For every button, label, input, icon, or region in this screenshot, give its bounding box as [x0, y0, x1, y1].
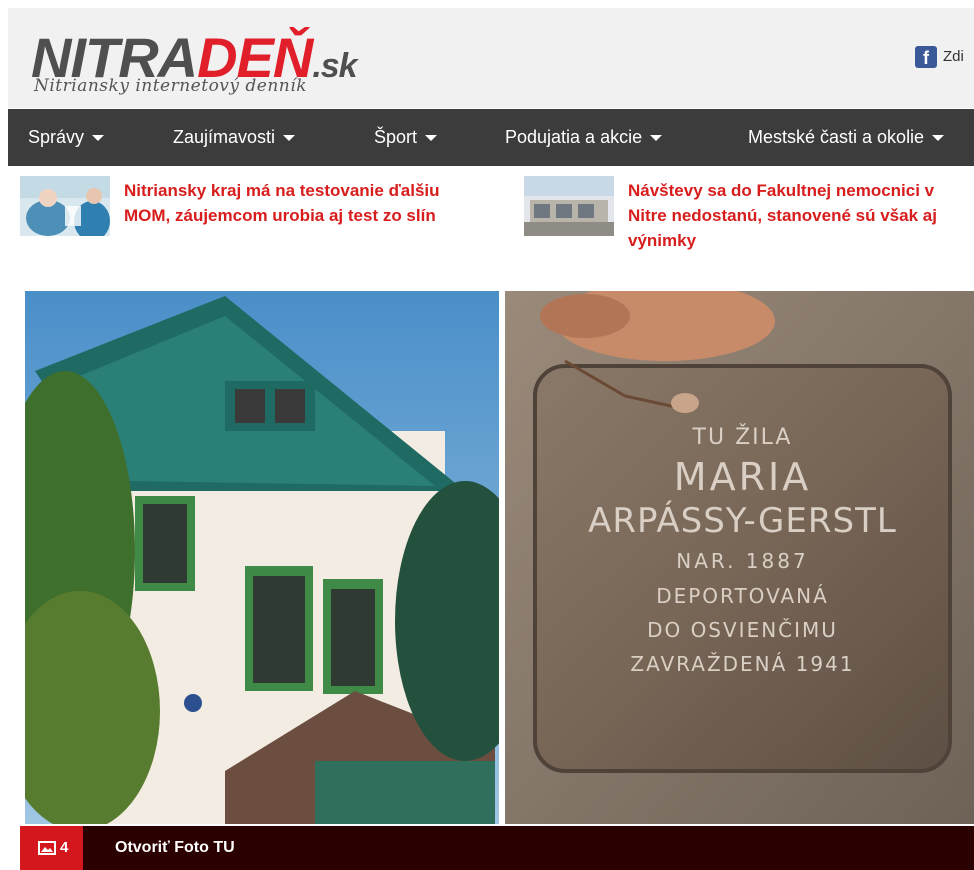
nav-item-podujatia[interactable]: Podujatia a akcie — [505, 109, 663, 166]
teaser-title[interactable]: Návštevy sa do Fakultnej nemocnici v Nit… — [628, 178, 968, 253]
site-header: NITRADEŇ.sk Nitriansky internetový denní… — [8, 8, 974, 108]
stone-line: DO OSVIENČIMU — [647, 618, 838, 642]
stone-line: NAR. 1887 — [676, 549, 809, 573]
stone-line: ZAVRAŽDENÁ 1941 — [630, 652, 855, 676]
chevron-down-icon — [283, 135, 296, 142]
villa-image — [25, 291, 535, 824]
nav-item-zaujimavosti[interactable]: Zaujímavosti — [173, 109, 296, 166]
site-tagline: Nitriansky internetový denník — [34, 76, 307, 96]
teaser-thumbnail — [524, 176, 614, 236]
gallery-count: 4 — [60, 839, 69, 856]
nav-item-label: Šport — [374, 127, 418, 147]
chevron-down-icon — [92, 135, 105, 142]
gallery-bar[interactable]: 4 Otvoriť Foto TU — [20, 826, 974, 870]
nav-item-sport[interactable]: Šport — [374, 109, 438, 166]
nav-item-label: Zaujímavosti — [173, 127, 276, 147]
chevron-down-icon — [425, 135, 438, 142]
stone-inscription: TU ŽILA MARIA ARPÁSSY-GERSTL NAR. 1887 D… — [535, 421, 950, 681]
gallery-count-badge[interactable]: 4 — [20, 826, 83, 870]
image-icon — [38, 841, 56, 855]
open-gallery-link[interactable]: Otvoriť Foto TU — [115, 826, 235, 870]
stone-line: DEPORTOVANÁ — [656, 584, 829, 608]
nav-item-label: Podujatia a akcie — [505, 127, 643, 147]
nav-item-label: Mestské časti a okolie — [748, 127, 925, 147]
stone-line: TU ŽILA — [692, 425, 793, 450]
stone-line: ARPÁSSY-GERSTL — [588, 501, 897, 541]
teaser-item[interactable]: Návštevy sa do Fakultnej nemocnici v Nit… — [510, 172, 974, 267]
nav-item-mestske-casti[interactable]: Mestské časti a okolie — [748, 109, 945, 166]
teaser-title[interactable]: Nitriansky kraj má na testovanie ďalšiu … — [124, 178, 484, 228]
teaser-thumbnail — [20, 176, 110, 236]
chevron-down-icon — [932, 135, 945, 142]
chevron-down-icon — [650, 135, 663, 142]
article-photo[interactable]: TU ŽILA MARIA ARPÁSSY-GERSTL NAR. 1887 D… — [25, 291, 974, 824]
facebook-icon[interactable]: f — [915, 46, 937, 68]
nav-item-spravy[interactable]: Správy — [28, 109, 105, 166]
stone-line: MARIA — [673, 455, 812, 499]
main-nav: Správy Zaujímavosti Šport Podujatia a ak… — [8, 109, 974, 166]
teaser-item[interactable]: Nitriansky kraj má na testovanie ďalšiu … — [0, 172, 500, 242]
nav-item-label: Správy — [28, 127, 85, 147]
logo-sk: .sk — [312, 47, 357, 85]
social-link-text[interactable]: Zdi — [943, 48, 964, 65]
